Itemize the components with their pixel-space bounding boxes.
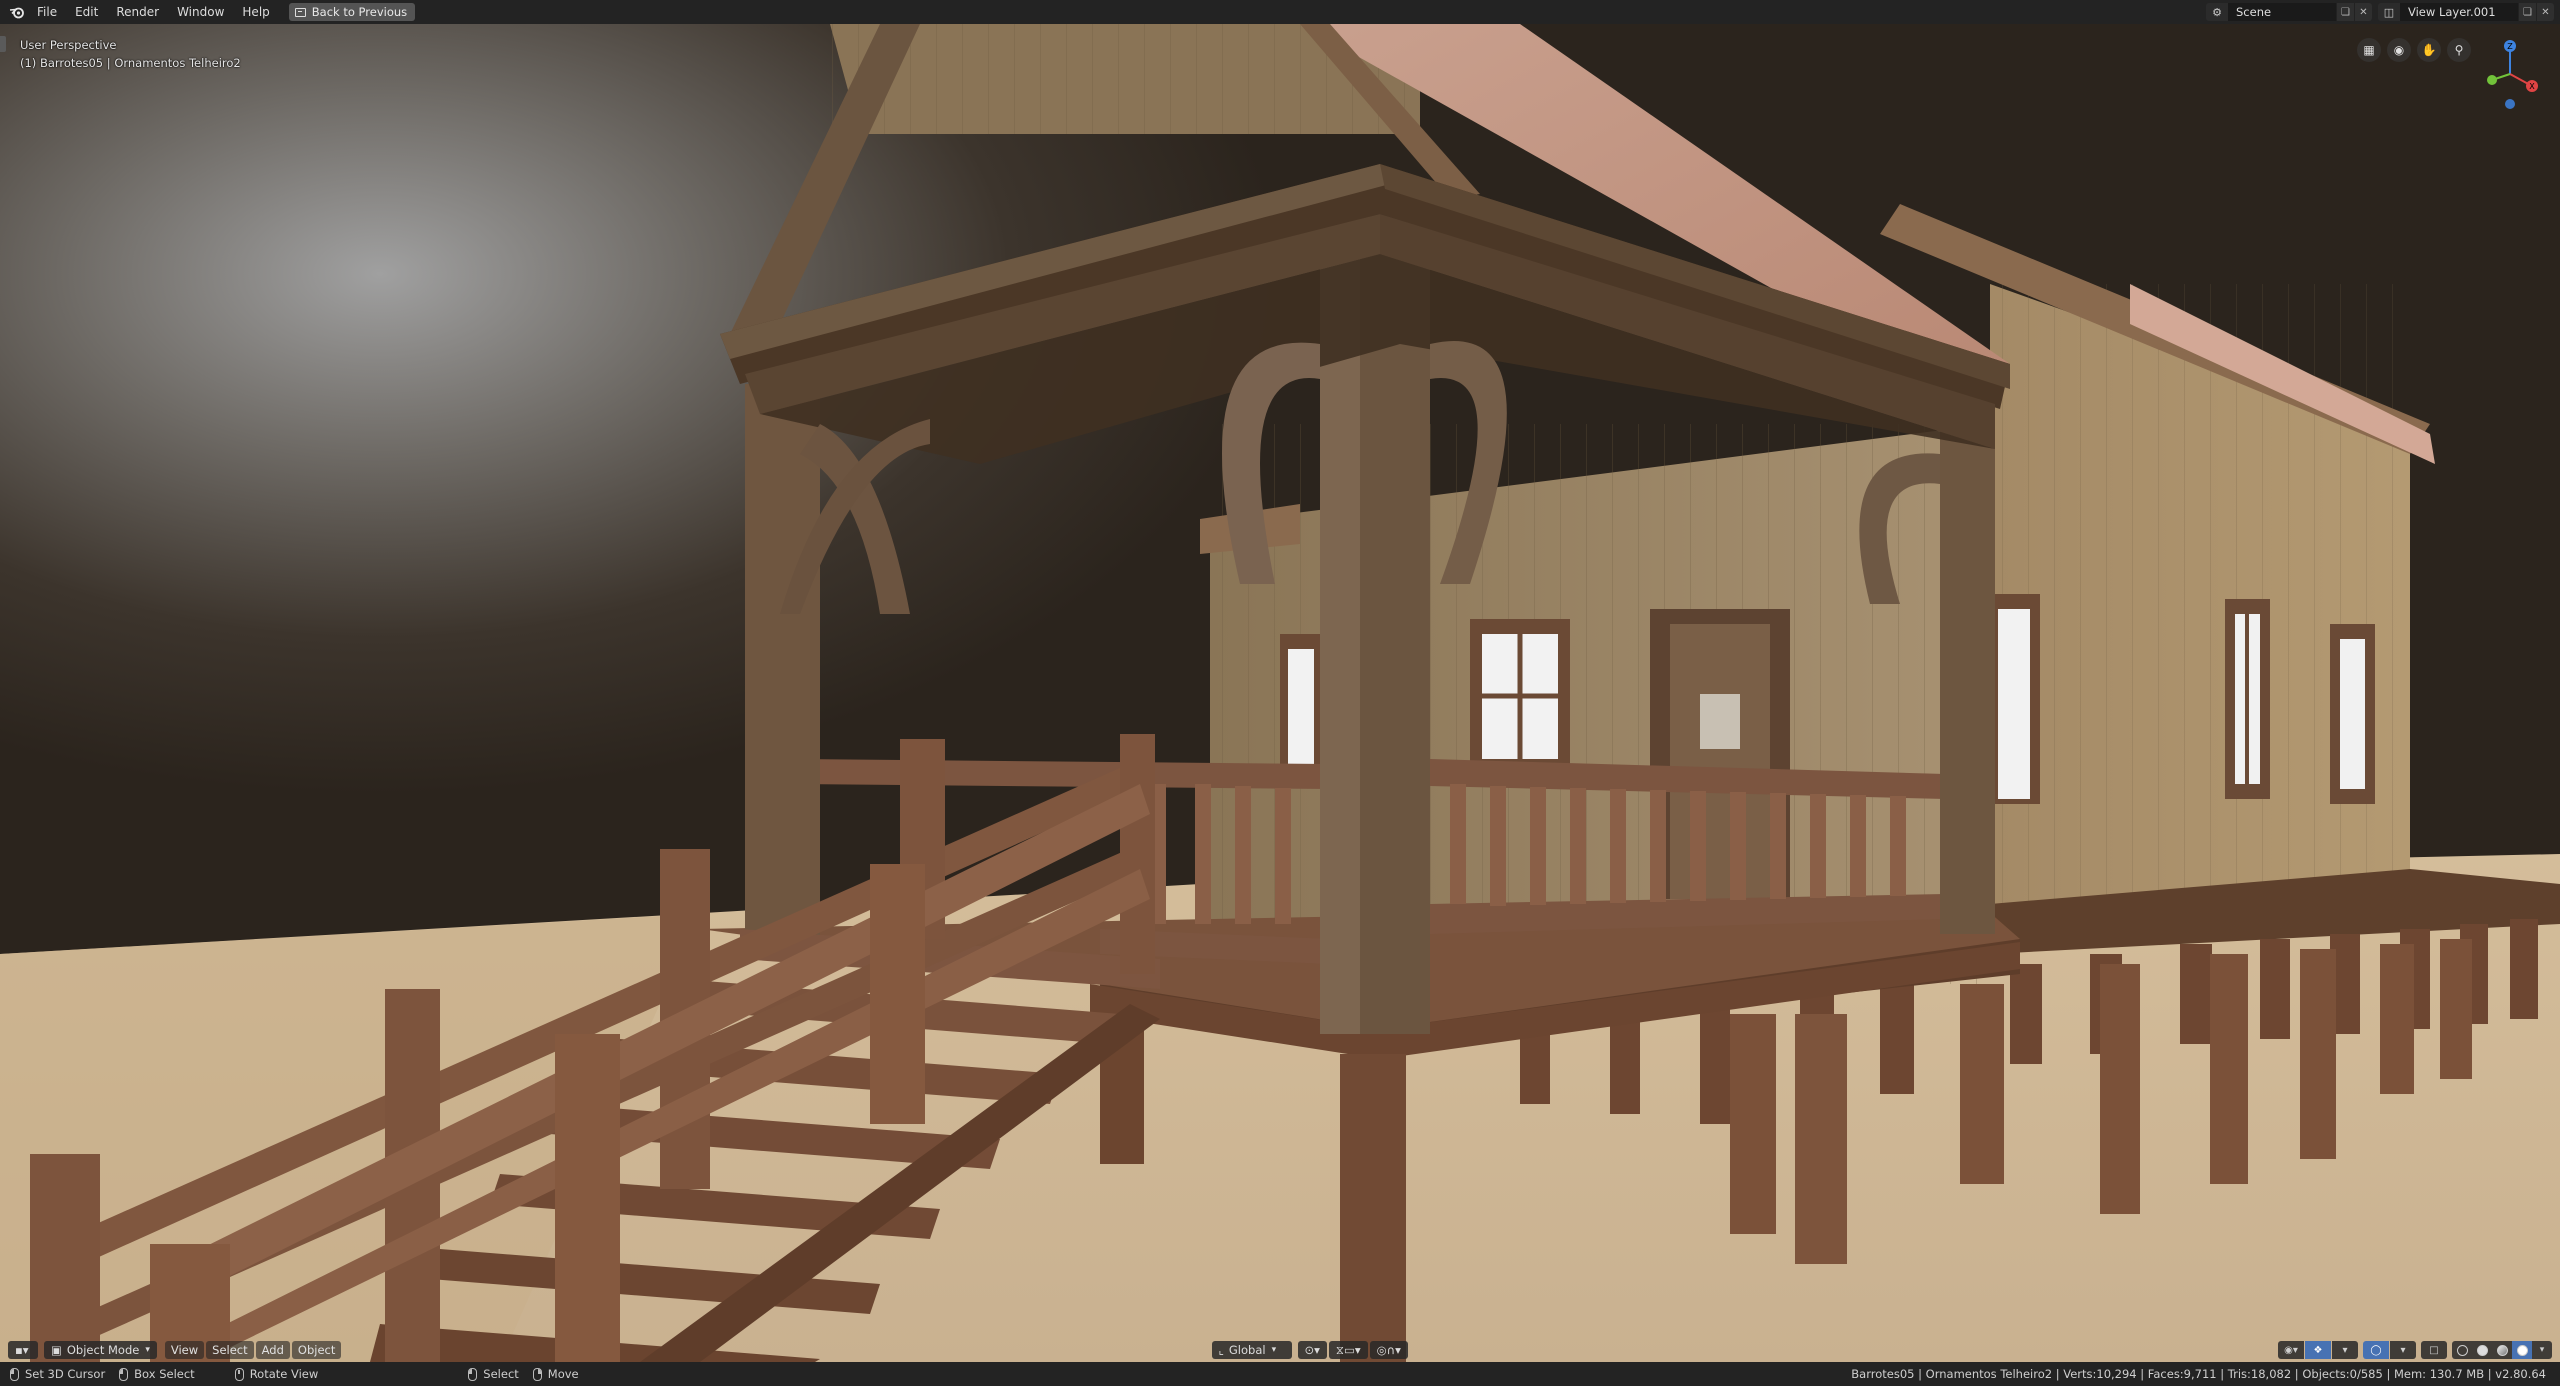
view-layer-selector: ◫ View Layer.001 ❏ ✕ [2378, 3, 2554, 21]
menu-add[interactable]: Add [255, 1341, 290, 1359]
hint-label: Select [483, 1367, 519, 1381]
gizmo-toggle-icon[interactable]: ❖ [2305, 1341, 2331, 1359]
mouse-right-icon [532, 1367, 542, 1381]
mouse-left-icon [119, 1367, 129, 1381]
new-scene-icon[interactable]: ❏ [2336, 3, 2354, 21]
overlays-dropdown-icon[interactable]: ▾ [2390, 1341, 2416, 1359]
overlays-icon[interactable]: ◯ [2363, 1341, 2389, 1359]
gizmo-dropdown-icon[interactable]: ▾ [2332, 1341, 2358, 1359]
overlay-toggle-group: ◯ ▾ [2363, 1341, 2417, 1359]
hint-label: Box Select [134, 1367, 195, 1381]
mouse-left-icon [10, 1367, 19, 1381]
menu-select[interactable]: Select [206, 1341, 254, 1359]
pan-hand-icon[interactable]: ✋ [2417, 38, 2441, 62]
menu-render[interactable]: Render [107, 0, 168, 24]
gizmo-z-label: Z [2507, 42, 2513, 51]
material-shading-icon[interactable] [2492, 1341, 2512, 1359]
scene-icon[interactable]: ⚙ [2206, 3, 2228, 21]
top-menubar: File Edit Render Window Help Back to Pre… [0, 0, 2560, 24]
back-to-previous-label: Back to Previous [311, 5, 408, 19]
menu-view[interactable]: View [164, 1341, 205, 1359]
orientation-label: Global [1228, 1343, 1266, 1357]
scene-statistics: Barrotes05 | Ornamentos Telheiro2 | Vert… [1851, 1367, 2546, 1381]
navigation-buttons: ▦ ◉ ✋ ⚲ [2357, 38, 2471, 62]
status-bar: Set 3D Cursor Box Select Rotate View Sel… [0, 1362, 2560, 1386]
transform-orientation-dropdown[interactable]: ⌞ Global ▾ [1211, 1341, 1292, 1359]
mouse-left-icon [468, 1367, 478, 1381]
delete-scene-icon[interactable]: ✕ [2354, 3, 2372, 21]
hint-label: Set 3D Cursor [25, 1367, 106, 1381]
grid-toggle-icon[interactable]: ▦ [2357, 38, 2381, 62]
scene-name-field[interactable]: Scene [2228, 3, 2336, 21]
gizmo-y-axis[interactable] [2487, 75, 2497, 85]
gizmo-neg-z-axis[interactable] [2505, 99, 2515, 109]
delete-view-layer-icon[interactable]: ✕ [2536, 3, 2554, 21]
scene-selector: ⚙ Scene ❏ ✕ [2206, 3, 2372, 21]
hint-rotate-view: Rotate View [234, 1367, 319, 1381]
menu-object[interactable]: Object [291, 1341, 342, 1359]
chevron-down-icon: ▾ [1271, 1345, 1277, 1355]
solid-shading-icon[interactable] [2472, 1341, 2492, 1359]
orientation-gizmo[interactable]: Z X [2470, 34, 2550, 114]
shading-modes: ▾ [2452, 1341, 2552, 1359]
snap-icon[interactable]: ⧖▭▾ [1328, 1341, 1368, 1359]
mouse-middle-icon [234, 1367, 244, 1381]
active-object-label: (1) Barrotes05 | Ornamentos Telheiro2 [20, 56, 241, 70]
orientation-icon: ⌞ [1218, 1343, 1224, 1357]
rendered-shading-icon[interactable] [2512, 1341, 2532, 1359]
menu-edit[interactable]: Edit [66, 0, 107, 24]
visibility-icon[interactable]: ◉▾ [2278, 1341, 2304, 1359]
mode-label: Object Mode [66, 1343, 140, 1357]
back-screen-icon [294, 7, 306, 17]
menu-window[interactable]: Window [168, 0, 233, 24]
xray-icon[interactable]: □ [2421, 1341, 2447, 1359]
object-mode-icon: ▣ [51, 1343, 62, 1357]
back-to-previous-button[interactable]: Back to Previous [288, 3, 416, 21]
hint-label: Move [547, 1367, 579, 1381]
menu-help[interactable]: Help [233, 0, 278, 24]
menu-file[interactable]: File [28, 0, 66, 24]
proportional-edit-icon[interactable]: ◎∩▾ [1369, 1341, 1408, 1359]
hint-move: Move [532, 1367, 579, 1381]
view-layer-name-field[interactable]: View Layer.001 [2400, 3, 2518, 21]
gizmo-x-label: X [2529, 82, 2535, 91]
camera-view-icon[interactable]: ◉ [2387, 38, 2411, 62]
hint-set-3d-cursor: Set 3D Cursor [10, 1367, 105, 1381]
perspective-label: User Perspective [20, 38, 117, 52]
mode-dropdown[interactable]: ▣ Object Mode ▾ [44, 1341, 157, 1359]
blender-logo-icon[interactable] [6, 1, 28, 23]
scene-render[interactable] [0, 24, 2560, 1362]
hint-select: Select [468, 1367, 519, 1381]
zoom-icon[interactable]: ⚲ [2447, 38, 2471, 62]
viewport-header: ▪▾ ▣ Object Mode ▾ View Select Add Objec… [0, 1338, 2560, 1362]
shading-dropdown-icon[interactable]: ▾ [2532, 1341, 2552, 1359]
toolbar-toggle[interactable] [0, 36, 6, 52]
wireframe-shading-icon[interactable] [2452, 1341, 2472, 1359]
chevron-down-icon: ▾ [145, 1345, 150, 1355]
3d-viewport[interactable]: User Perspective (1) Barrotes05 | Orname… [0, 24, 2560, 1362]
3d-viewport-icon[interactable]: ▪▾ [8, 1341, 38, 1359]
hint-label: Rotate View [249, 1367, 319, 1381]
overlay-controls: ◉▾ ❖ ▾ [2278, 1341, 2359, 1359]
new-view-layer-icon[interactable]: ❏ [2518, 3, 2536, 21]
pivot-icon[interactable]: ⊙▾ [1297, 1341, 1327, 1359]
view-layer-icon[interactable]: ◫ [2378, 3, 2400, 21]
hint-box-select: Box Select [119, 1367, 195, 1381]
viewport-info-overlay: User Perspective (1) Barrotes05 | Orname… [20, 36, 241, 72]
